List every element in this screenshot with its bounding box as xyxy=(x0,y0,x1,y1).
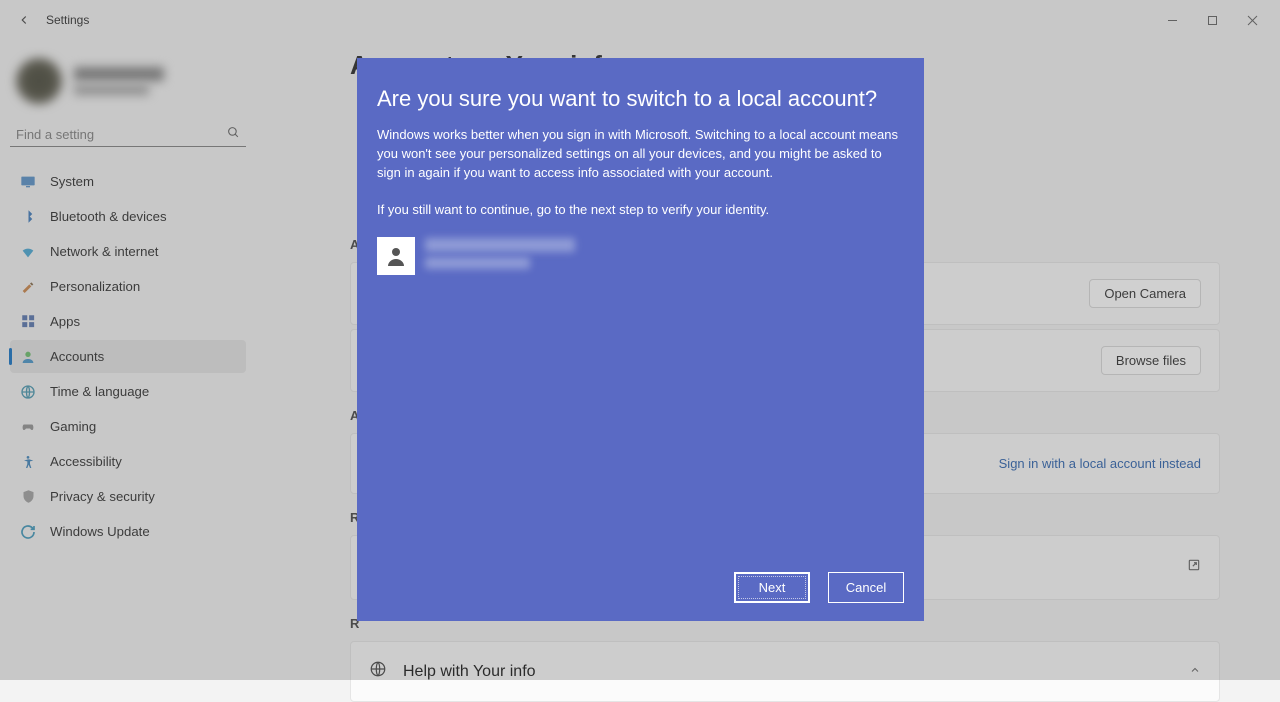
switch-local-account-dialog: Are you sure you want to switch to a loc… xyxy=(357,58,924,621)
dialog-paragraph-2: If you still want to continue, go to the… xyxy=(377,201,904,220)
dialog-account-avatar xyxy=(377,237,415,275)
dialog-account-row xyxy=(377,237,904,275)
dialog-account-redacted xyxy=(425,238,575,269)
dialog-title: Are you sure you want to switch to a loc… xyxy=(377,86,904,112)
cancel-button[interactable]: Cancel xyxy=(828,572,904,603)
dialog-buttons: Next Cancel xyxy=(377,572,904,603)
next-button[interactable]: Next xyxy=(734,572,810,603)
dialog-paragraph-1: Windows works better when you sign in wi… xyxy=(377,126,904,183)
dialog-body: Windows works better when you sign in wi… xyxy=(377,126,904,275)
